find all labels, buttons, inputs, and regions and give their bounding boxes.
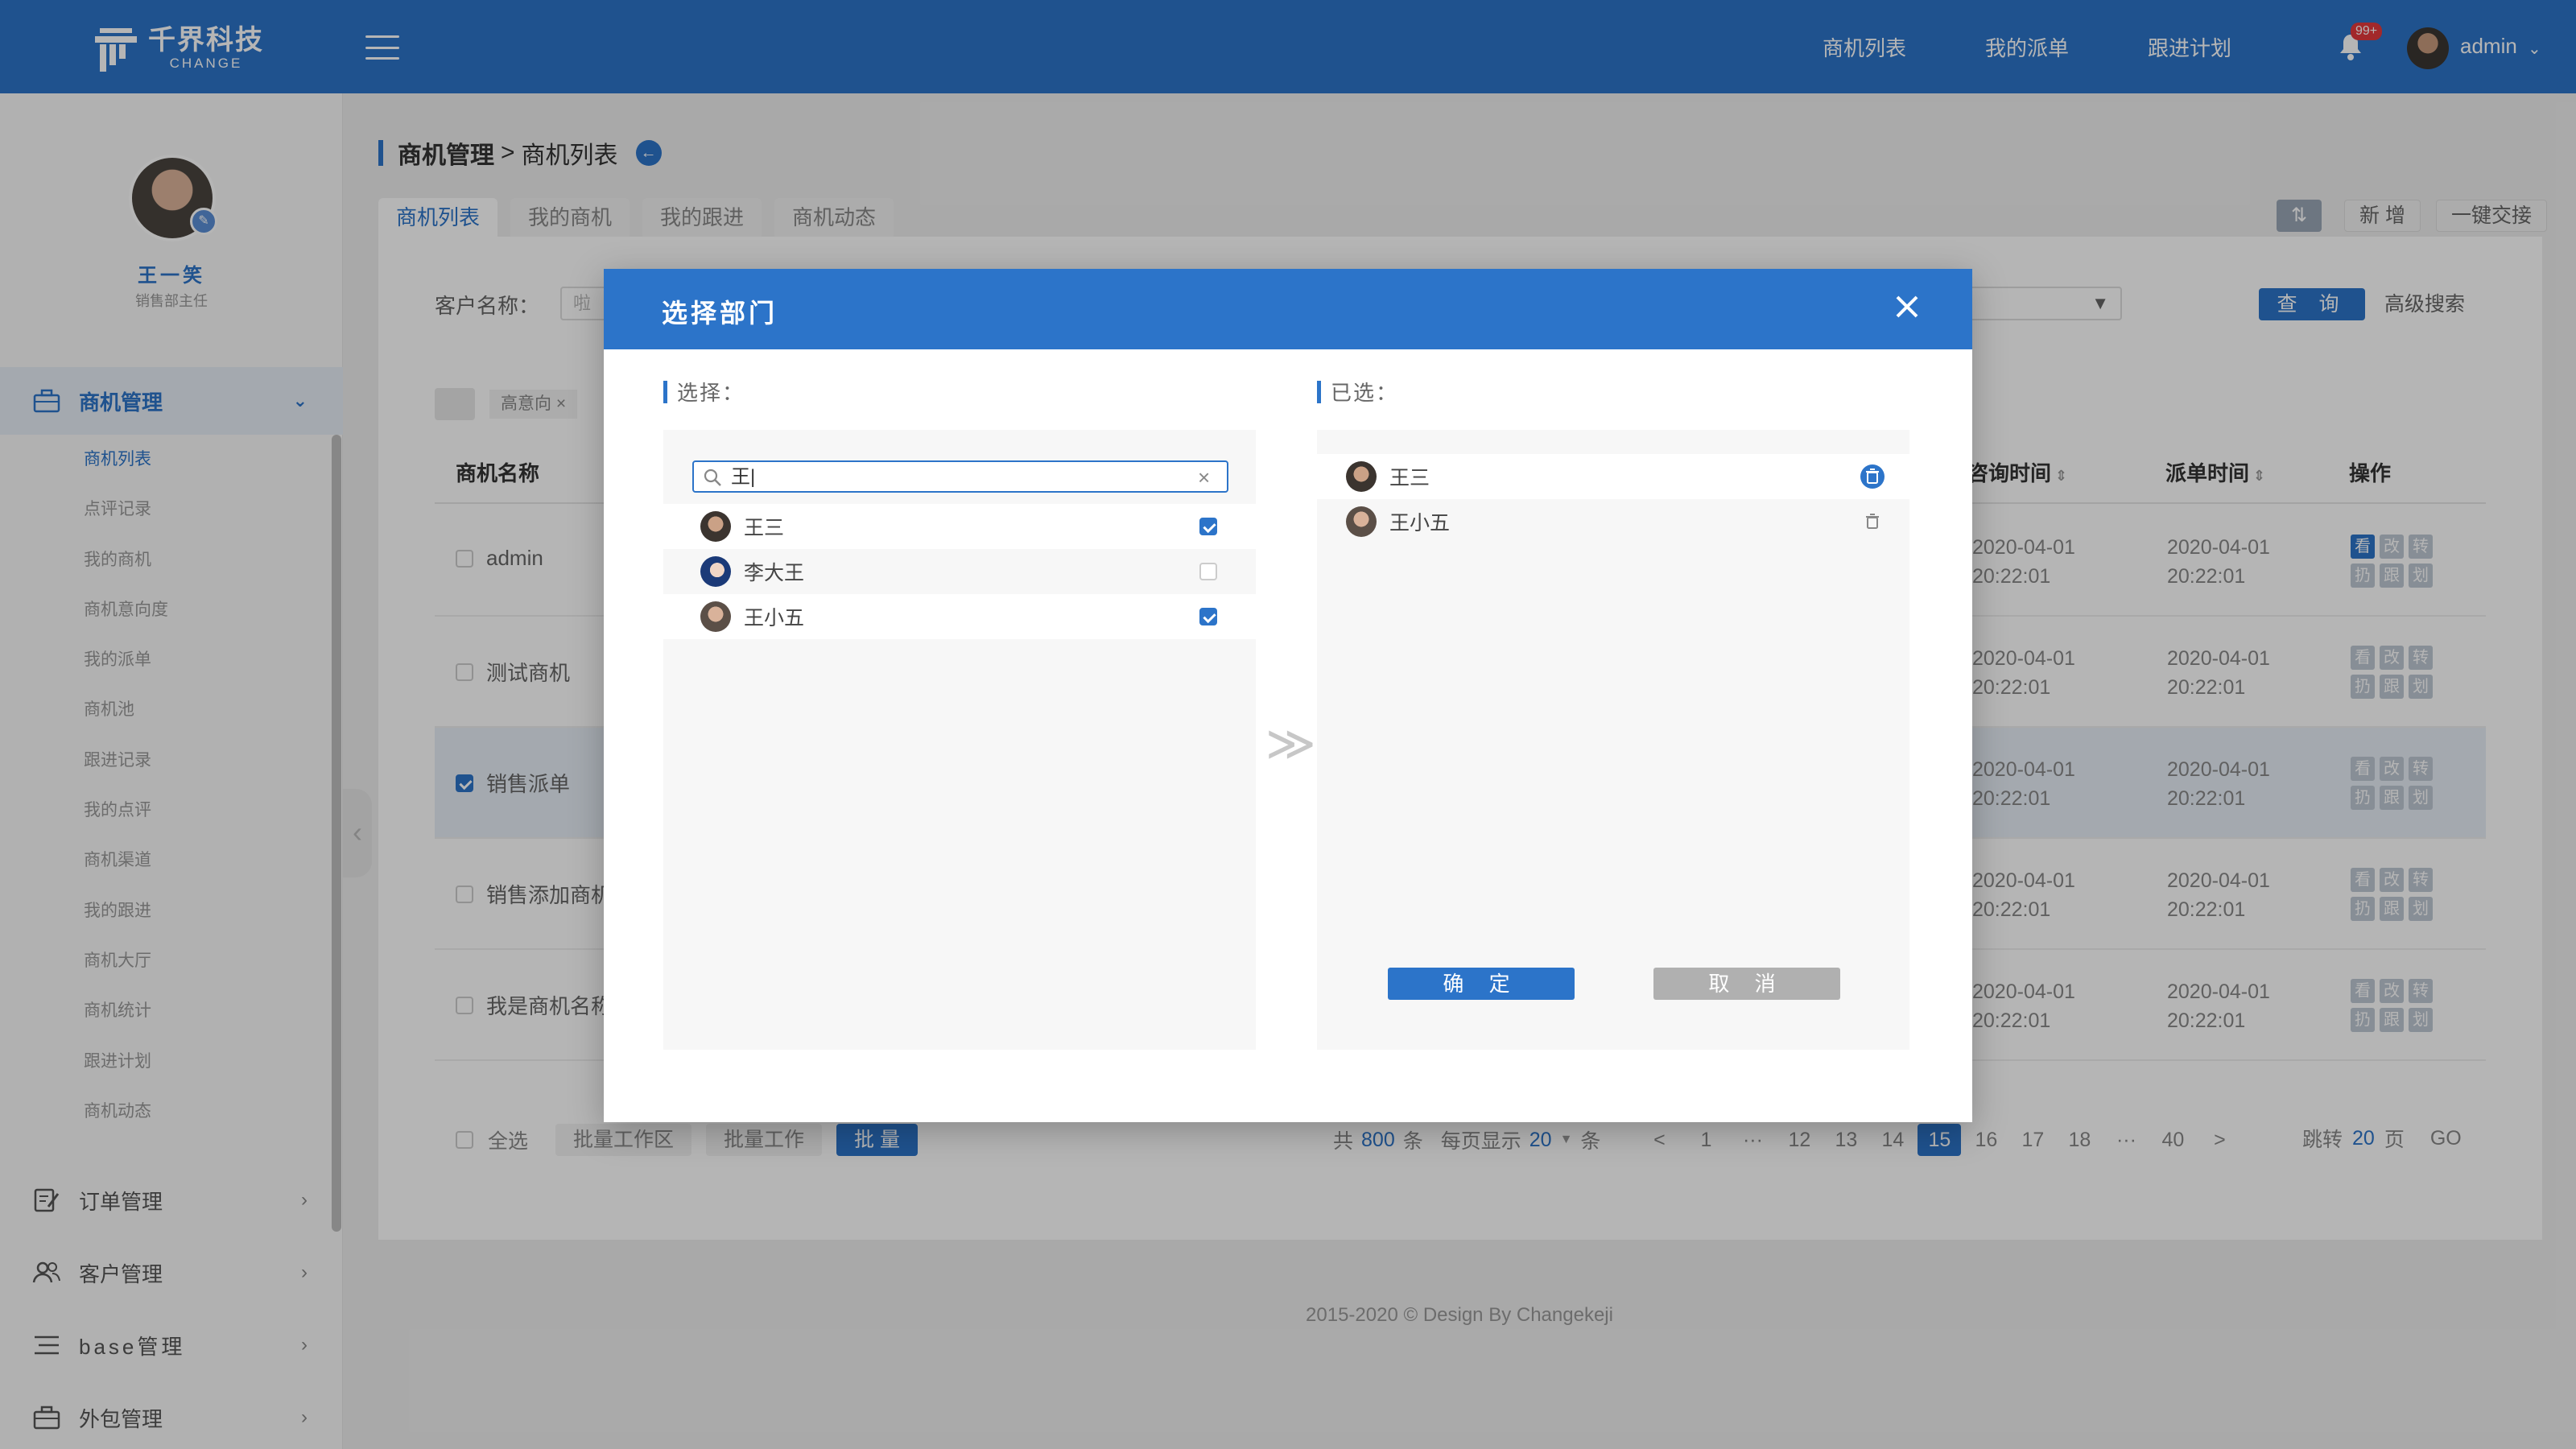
candidate-item[interactable]: 李大王 — [663, 549, 1256, 594]
member-name: 王三 — [744, 517, 785, 539]
member-name: 王三 — [1389, 467, 1430, 489]
member-checkbox[interactable] — [1199, 608, 1217, 625]
member-name: 王小五 — [744, 607, 805, 630]
selected-item: 王小五 — [1317, 499, 1909, 544]
selected-panel: 王三王小五 确 定 取 消 — [1317, 430, 1909, 1050]
trash-icon[interactable] — [1860, 464, 1885, 489]
member-checkbox[interactable] — [1199, 518, 1217, 535]
member-avatar — [700, 601, 731, 632]
dialog-title: 选择部门 — [662, 299, 778, 328]
member-name: 王小五 — [1389, 512, 1451, 535]
member-avatar — [1346, 461, 1377, 492]
search-value: 王| — [731, 466, 756, 488]
dialog-header — [604, 269, 1972, 349]
member-avatar — [700, 556, 731, 587]
trash-icon[interactable] — [1860, 509, 1885, 535]
search-icon — [704, 469, 721, 486]
candidate-item[interactable]: 王小五 — [663, 594, 1256, 639]
select-section-label: 选择： — [663, 377, 745, 407]
member-checkbox[interactable] — [1199, 563, 1217, 580]
selected-section-label: 已选： — [1317, 377, 1398, 407]
clear-icon[interactable]: × — [1198, 465, 1210, 489]
select-department-dialog: 选择部门 选择： 已选： 王| × 王三 李大王 王小五 ≫ 王三 王小五 确 定 取… — [604, 269, 1972, 1122]
candidate-panel: 王| × 王三李大王王小五 — [663, 430, 1256, 1050]
close-icon[interactable] — [1887, 287, 1927, 327]
member-avatar — [700, 511, 731, 542]
member-avatar — [1346, 506, 1377, 537]
candidate-item[interactable]: 王三 — [663, 504, 1256, 549]
member-search-input[interactable]: 王| × — [692, 460, 1228, 493]
confirm-button[interactable]: 确 定 — [1388, 968, 1575, 1000]
selected-item: 王三 — [1317, 454, 1909, 499]
member-name: 李大王 — [744, 562, 805, 584]
cancel-button[interactable]: 取 消 — [1653, 968, 1840, 1000]
transfer-arrow-icon: ≫ — [1265, 716, 1316, 770]
